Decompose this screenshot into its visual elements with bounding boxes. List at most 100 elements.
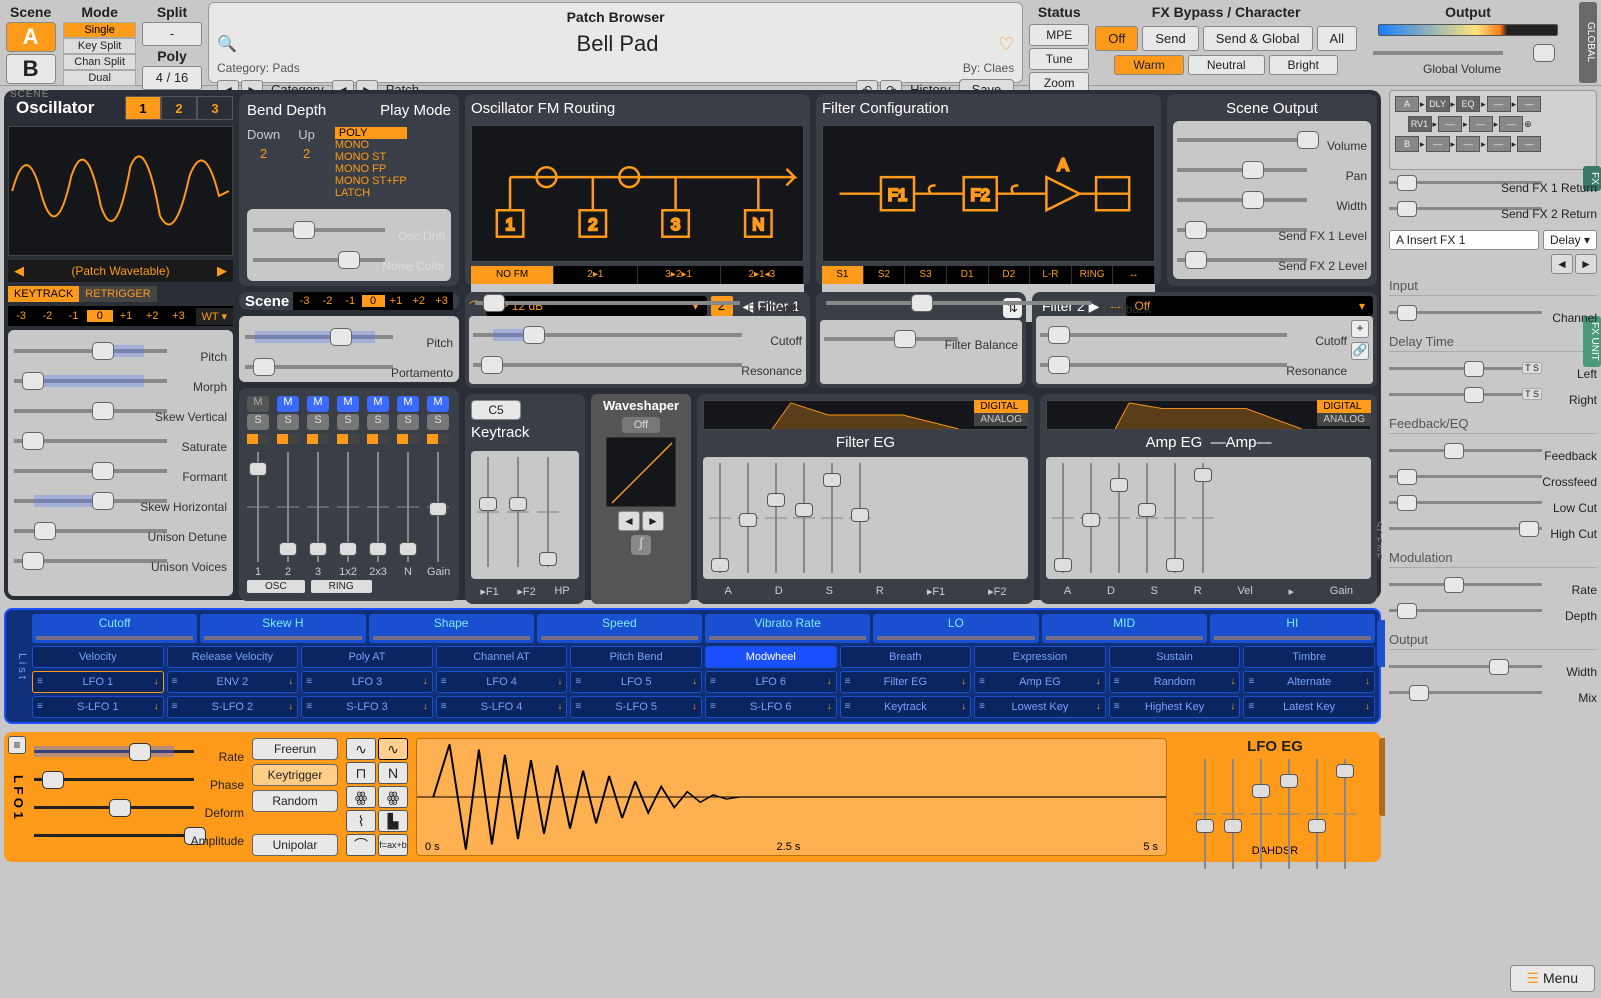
aeg-digital[interactable]: DIGITAL [1317,400,1371,413]
char-bright[interactable]: Bright [1269,55,1338,75]
solo-2[interactable]: S [277,414,299,430]
fx-node-b4[interactable]: — [1517,136,1541,152]
osc-oct-m3[interactable]: -3 [8,310,34,322]
osc-oct-p1[interactable]: +1 [113,310,139,322]
osc-waveform-display[interactable] [8,126,233,256]
fx-node-dly[interactable]: DLY [1426,96,1450,112]
scene-width-slider[interactable]: Width [1177,185,1367,215]
feg-r[interactable] [793,463,815,573]
lfo-shape-saw[interactable]: N [378,762,408,784]
scene-portamento-slider[interactable]: Portamento [245,352,453,382]
fx-node-b[interactable]: B [1395,136,1419,152]
lfo-shape-noise2[interactable]: ꙮ [378,786,408,808]
solo-3[interactable]: S [307,414,329,430]
osc-oct-0[interactable]: 0 [87,310,113,322]
noise-color-slider[interactable]: Noise Color [253,245,445,275]
bend-down[interactable]: Down2 [247,127,280,199]
mute-3[interactable]: M [307,396,329,412]
fx-sendglobal[interactable]: Send & Global [1203,26,1313,51]
play-mono[interactable]: MONO [335,139,407,151]
lfo-random[interactable]: Random [252,790,338,812]
mode-chansplit[interactable]: Chan Split [63,54,136,70]
aeg-analog[interactable]: ANALOG [1317,413,1371,426]
keytrack-f1-slider[interactable] [477,457,499,567]
route-cell-lfo-1[interactable]: ≡↓LFO 1 [32,671,164,693]
osc-skewv-slider[interactable]: Skew Vertical [14,396,227,426]
scene-oct-m2[interactable]: -2 [316,295,339,307]
osc-type-menu[interactable]: WT ▾ [196,308,233,325]
filter-balance-slider[interactable]: Filter Balance [824,324,1018,354]
osc-pitch-slider[interactable]: Pitch [14,336,227,366]
route-cell-channel-at[interactable]: Channel AT [436,646,568,668]
lfo-shape-sine[interactable]: ∿ [346,738,376,760]
route-macro-0[interactable]: Cutoff [32,614,197,643]
feg-s[interactable] [765,463,787,573]
play-monostfp[interactable]: MONO ST+FP [335,175,407,187]
fx-node-eq[interactable]: EQ [1456,96,1480,112]
play-mode-list[interactable]: POLY MONO MONO ST MONO FP MONO ST+FP LAT… [335,127,407,199]
route-cell-s-lfo-4[interactable]: ≡↓S-LFO 4 [436,696,568,718]
aeg-a[interactable] [1052,463,1074,573]
fx-off[interactable]: Off [1095,26,1138,51]
lfo-shape-sh[interactable]: ⌇ [346,810,376,832]
route-macro-3[interactable]: Speed [537,614,702,643]
fx-chain-graph[interactable]: A▸DLY▸EQ▸—▸— RV1▸—▸—▸—⊕ B▸—▸—▸—▸— [1389,90,1597,170]
route-macro-4[interactable]: Vibrato Rate [705,614,870,643]
lfo-eg-a[interactable] [1222,759,1244,869]
osc-morph-slider[interactable]: Morph [14,366,227,396]
route-cell-alternate[interactable]: ≡↓Alternate [1243,671,1375,693]
ws-analyze-icon[interactable]: ∫ [631,535,651,555]
fx-node-b3[interactable]: — [1487,136,1511,152]
fm-depth-slider[interactable]: FM Depth [475,288,800,318]
fx-next[interactable]: ► [1575,254,1597,274]
feg-digital[interactable]: DIGITAL [974,400,1028,413]
lfo-display[interactable]: 0 s 2.5 s 5 s [416,738,1167,856]
osc-skewh-slider[interactable]: Skew Horizontal [14,486,227,516]
lfo-eg-s[interactable] [1306,759,1328,869]
route-macro-2[interactable]: Shape [369,614,534,643]
send-fx1-return-slider[interactable]: Send FX 1 Return [1389,170,1597,196]
filter2-reso-slider[interactable]: Resonance [1040,350,1347,380]
route-macro-5[interactable]: LO [873,614,1038,643]
waveshaper-display[interactable] [606,437,676,507]
filter-link-icon[interactable]: 🔗 [1351,342,1369,360]
fx-unit-type-menu[interactable]: Delay ▾ [1543,230,1597,250]
bend-up[interactable]: Up2 [298,127,315,199]
lfo-shape-noise1[interactable]: ꙮ [346,786,376,808]
fx-right-ts[interactable]: T S [1522,388,1542,400]
route-cell-amp-eg[interactable]: ≡↓Amp EG [974,671,1106,693]
lfo-unipolar[interactable]: Unipolar [252,834,338,856]
lfo-rate-slider[interactable]: Rate [34,738,244,766]
lfo-eg-r[interactable] [1334,759,1356,869]
play-monofp[interactable]: MONO FP [335,163,407,175]
lfo-phase-slider[interactable]: Phase [34,766,244,794]
fm-tab-0[interactable]: NO FM [471,266,554,284]
osc-oct-p3[interactable]: +3 [165,310,191,322]
route-cell-s-lfo-5[interactable]: ≡↓S-LFO 5 [570,696,702,718]
route-cell-modwheel[interactable]: Modwheel [705,646,837,668]
mixer-slider-2[interactable] [277,452,299,562]
mixer-slider-1[interactable] [247,452,269,562]
fx-node-a[interactable]: A [1395,96,1419,112]
lfo-shape-sine2[interactable]: ∿ [378,738,408,760]
fcfg-tab-3[interactable]: D1 [947,266,989,284]
fx-lowcut-slider[interactable]: Low Cut [1389,490,1597,516]
osc-retrigger-flag[interactable]: RETRIGGER [79,286,156,302]
scene-oct-p2[interactable]: +2 [407,295,430,307]
fx-highcut-slider[interactable]: High Cut [1389,516,1597,542]
fm-diagram[interactable]: 1 2 3 N [471,125,804,262]
fx-channel-slider[interactable]: Channel [1389,300,1597,326]
split-value[interactable]: - [142,22,202,46]
solo-4[interactable]: S [337,414,359,430]
mute-1[interactable]: M [247,396,269,412]
route-cell-velocity[interactable]: Velocity [32,646,164,668]
lfo-amplitude-slider[interactable]: Amplitude [34,822,244,850]
aeg-vel[interactable] [1164,463,1186,573]
mode-keysplit[interactable]: Key Split [63,38,136,54]
send-fx2-slider[interactable]: Send FX 2 Level [1177,245,1367,275]
osc-tab-2[interactable]: 2 [161,96,197,120]
route-cell-timbre[interactable]: Timbre [1243,646,1375,668]
keytrack-f2-slider[interactable] [507,457,529,567]
feg-f2[interactable] [849,463,871,573]
fm-tab-3[interactable]: 2▸1◂3 [721,266,804,284]
